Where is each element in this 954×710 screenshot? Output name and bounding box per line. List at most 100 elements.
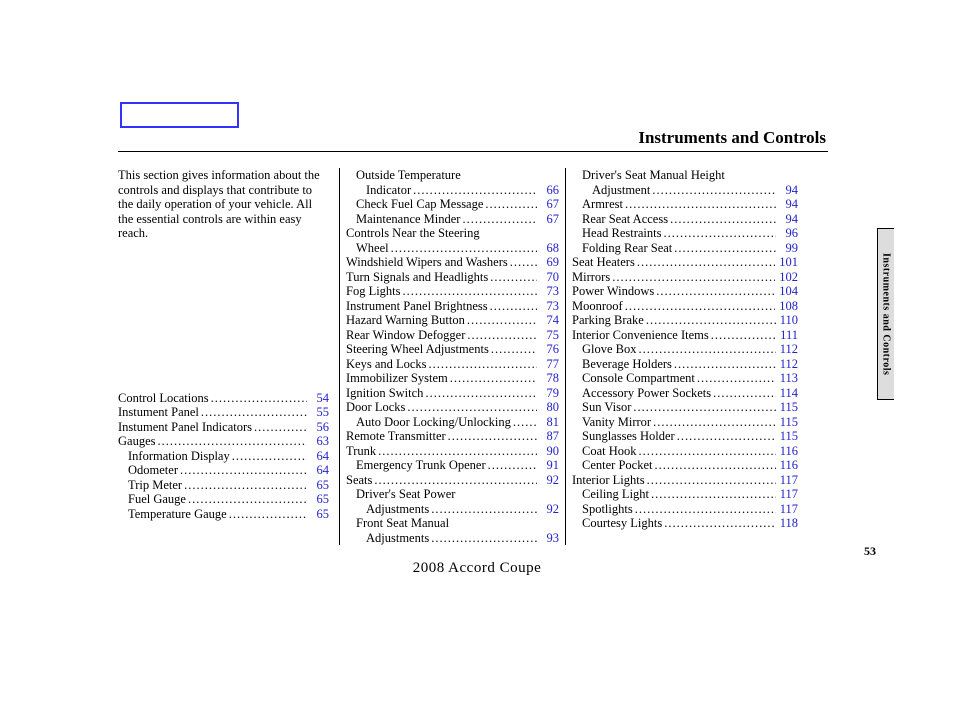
toc-page-number[interactable]: 117 [778, 502, 798, 517]
toc-page-number[interactable]: 114 [778, 386, 798, 401]
toc-entry[interactable]: Ceiling Light117 [572, 487, 798, 502]
toc-page-number[interactable]: 115 [778, 415, 798, 430]
toc-entry[interactable]: Beverage Holders112 [572, 357, 798, 372]
toc-entry-wrap-pre[interactable]: Driver's Seat Manual Height [572, 168, 798, 183]
toc-page-number[interactable]: 65 [309, 492, 329, 507]
toc-entry[interactable]: Steering Wheel Adjustments76 [346, 342, 559, 357]
toc-page-number[interactable]: 77 [539, 357, 559, 372]
toc-entry-wrap-pre[interactable]: Outside Temperature [346, 168, 559, 183]
toc-entry[interactable]: Coat Hook116 [572, 444, 798, 459]
toc-entry[interactable]: Keys and Locks77 [346, 357, 559, 372]
toc-entry[interactable]: Ignition Switch79 [346, 386, 559, 401]
toc-page-number[interactable]: 63 [309, 434, 329, 449]
toc-entry[interactable]: Adjustment94 [572, 183, 798, 198]
toc-page-number[interactable]: 56 [309, 420, 329, 435]
toc-page-number[interactable]: 112 [778, 357, 798, 372]
toc-page-number[interactable]: 80 [539, 400, 559, 415]
toc-page-number[interactable]: 111 [778, 328, 798, 343]
toc-page-number[interactable]: 92 [539, 502, 559, 517]
toc-entry[interactable]: Indicator66 [346, 183, 559, 198]
toc-entry[interactable]: Seats92 [346, 473, 559, 488]
toc-entry[interactable]: Power Windows104 [572, 284, 798, 299]
toc-page-number[interactable]: 64 [309, 463, 329, 478]
toc-entry[interactable]: Instument Panel55 [118, 405, 329, 420]
toc-page-number[interactable]: 75 [539, 328, 559, 343]
toc-entry[interactable]: Sun Visor115 [572, 400, 798, 415]
toc-entry-wrap-pre[interactable]: Driver's Seat Power [346, 487, 559, 502]
toc-page-number[interactable]: 96 [778, 226, 798, 241]
toc-page-number[interactable]: 92 [539, 473, 559, 488]
toc-page-number[interactable]: 87 [539, 429, 559, 444]
toc-entry[interactable]: Console Compartment113 [572, 371, 798, 386]
toc-entry[interactable]: Immobilizer System78 [346, 371, 559, 386]
toc-entry[interactable]: Courtesy Lights118 [572, 516, 798, 531]
toc-page-number[interactable]: 94 [778, 183, 798, 198]
toc-entry[interactable]: Auto Door Locking/Unlocking81 [346, 415, 559, 430]
toc-page-number[interactable]: 102 [777, 270, 798, 285]
toc-entry[interactable]: Check Fuel Cap Message67 [346, 197, 559, 212]
toc-entry[interactable]: Head Restraints96 [572, 226, 798, 241]
toc-page-number[interactable]: 113 [778, 371, 798, 386]
toc-entry[interactable]: Fog Lights73 [346, 284, 559, 299]
toc-page-number[interactable]: 108 [777, 299, 798, 314]
toc-entry[interactable]: Armrest94 [572, 197, 798, 212]
toc-entry[interactable]: Hazard Warning Button74 [346, 313, 559, 328]
toc-page-number[interactable]: 74 [539, 313, 559, 328]
toc-page-number[interactable]: 116 [778, 444, 798, 459]
toc-entry[interactable]: Rear Window Defogger75 [346, 328, 559, 343]
toc-entry[interactable]: Glove Box112 [572, 342, 798, 357]
toc-entry[interactable]: Folding Rear Seat99 [572, 241, 798, 256]
toc-page-number[interactable]: 110 [778, 313, 798, 328]
toc-entry[interactable]: Trunk90 [346, 444, 559, 459]
toc-page-number[interactable]: 73 [539, 284, 559, 299]
toc-entry[interactable]: Maintenance Minder67 [346, 212, 559, 227]
toc-entry[interactable]: Spotlights117 [572, 502, 798, 517]
toc-entry[interactable]: Center Pocket116 [572, 458, 798, 473]
toc-page-number[interactable]: 115 [778, 429, 798, 444]
toc-entry[interactable]: Instument Panel Indicators56 [118, 420, 329, 435]
toc-entry-wrap-pre[interactable]: Front Seat Manual [346, 516, 559, 531]
toc-page-number[interactable]: 79 [539, 386, 559, 401]
toc-page-number[interactable]: 94 [778, 197, 798, 212]
toc-page-number[interactable]: 91 [539, 458, 559, 473]
toc-page-number[interactable]: 81 [539, 415, 559, 430]
toc-entry[interactable]: Adjustments92 [346, 502, 559, 517]
toc-entry[interactable]: Odometer64 [118, 463, 329, 478]
toc-entry[interactable]: Fuel Gauge65 [118, 492, 329, 507]
toc-entry[interactable]: Interior Lights117 [572, 473, 798, 488]
toc-page-number[interactable]: 73 [539, 299, 559, 314]
toc-page-number[interactable]: 115 [778, 400, 798, 415]
toc-entry[interactable]: Seat Heaters101 [572, 255, 798, 270]
toc-page-number[interactable]: 118 [778, 516, 798, 531]
toc-entry[interactable]: Adjustments93 [346, 531, 559, 546]
toc-entry[interactable]: Door Locks80 [346, 400, 559, 415]
toc-entry[interactable]: Turn Signals and Headlights70 [346, 270, 559, 285]
toc-page-number[interactable]: 64 [309, 449, 329, 464]
toc-page-number[interactable]: 67 [539, 212, 559, 227]
main-menu-link-box[interactable] [120, 102, 239, 128]
toc-entry[interactable]: Rear Seat Access94 [572, 212, 798, 227]
toc-page-number[interactable]: 94 [778, 212, 798, 227]
toc-page-number[interactable]: 101 [777, 255, 798, 270]
toc-page-number[interactable]: 66 [539, 183, 559, 198]
toc-page-number[interactable]: 117 [778, 487, 798, 502]
toc-page-number[interactable]: 70 [539, 270, 559, 285]
toc-page-number[interactable]: 112 [778, 342, 798, 357]
toc-entry[interactable]: Trip Meter65 [118, 478, 329, 493]
toc-entry[interactable]: Temperature Gauge65 [118, 507, 329, 522]
toc-page-number[interactable]: 55 [309, 405, 329, 420]
toc-page-number[interactable]: 99 [778, 241, 798, 256]
toc-entry[interactable]: Interior Convenience Items111 [572, 328, 798, 343]
toc-page-number[interactable]: 78 [539, 371, 559, 386]
toc-entry[interactable]: Windshield Wipers and Washers69 [346, 255, 559, 270]
toc-entry-wrap-pre[interactable]: Controls Near the Steering [346, 226, 559, 241]
toc-page-number[interactable]: 93 [539, 531, 559, 546]
toc-page-number[interactable]: 65 [309, 478, 329, 493]
toc-entry[interactable]: Instrument Panel Brightness73 [346, 299, 559, 314]
toc-page-number[interactable]: 69 [539, 255, 559, 270]
toc-entry[interactable]: Moonroof108 [572, 299, 798, 314]
toc-page-number[interactable]: 54 [309, 391, 329, 406]
toc-entry[interactable]: Sunglasses Holder115 [572, 429, 798, 444]
toc-page-number[interactable]: 67 [539, 197, 559, 212]
toc-page-number[interactable]: 90 [539, 444, 559, 459]
